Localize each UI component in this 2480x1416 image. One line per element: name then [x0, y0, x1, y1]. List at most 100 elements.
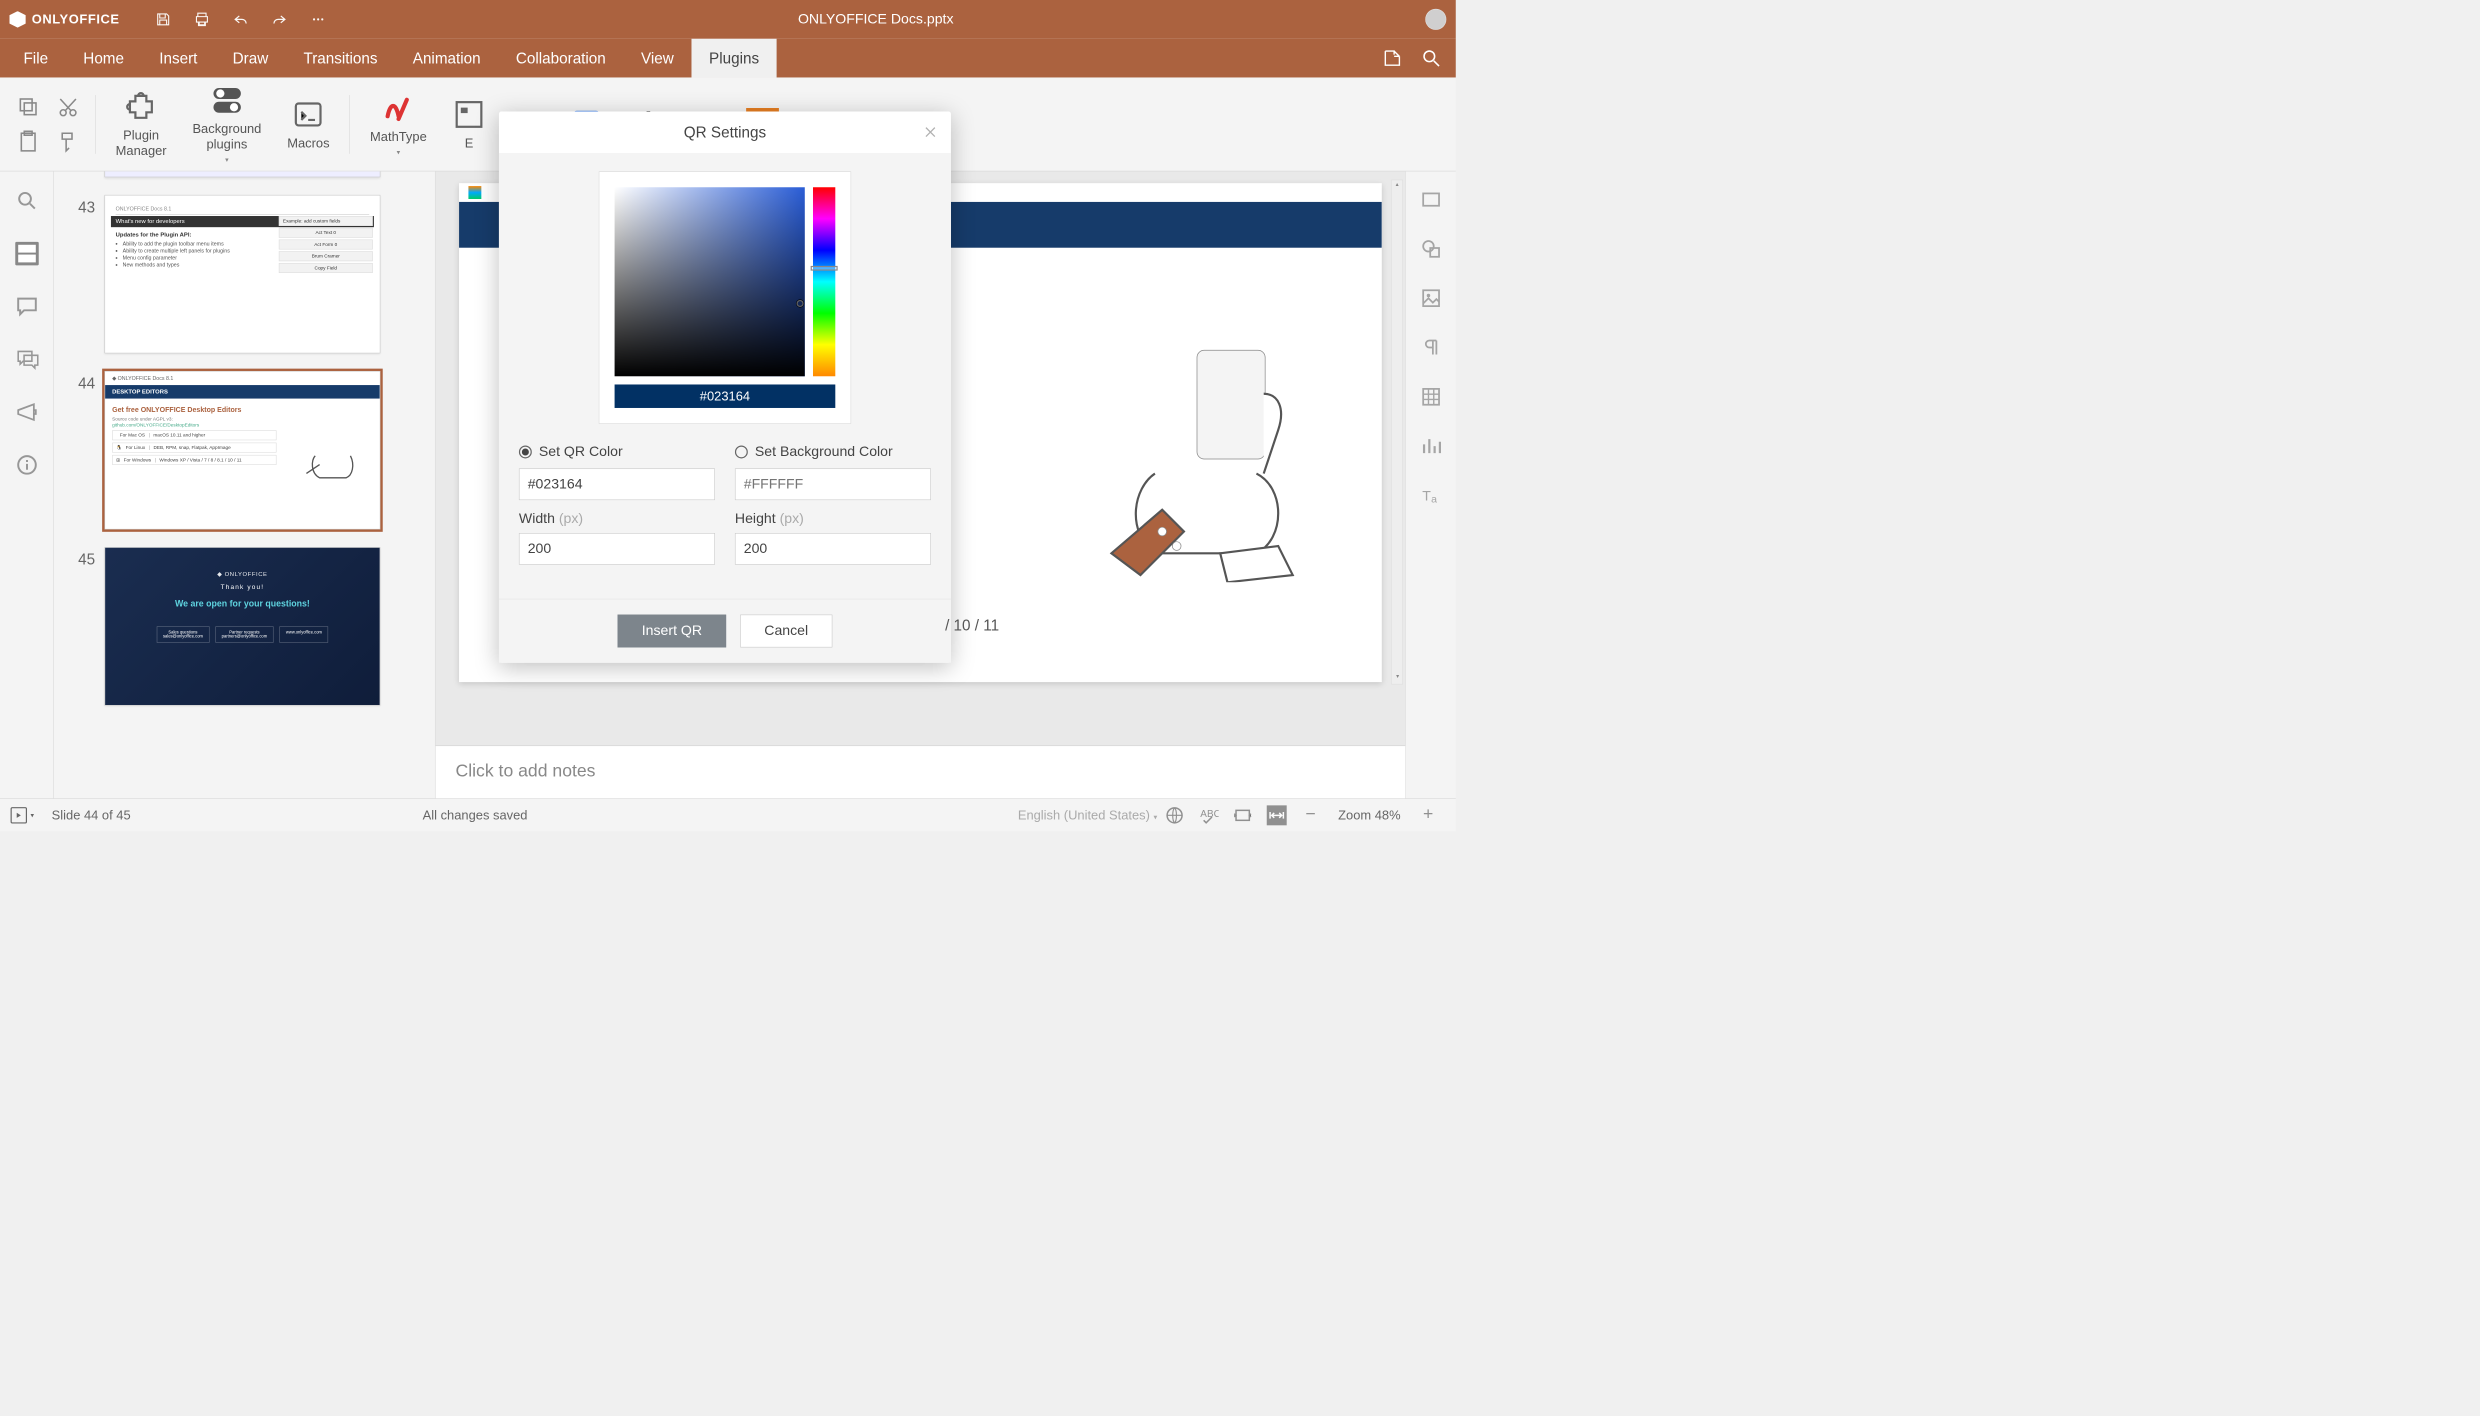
search-icon[interactable] — [1421, 48, 1442, 69]
hand-illustration — [1088, 336, 1323, 583]
width-input[interactable] — [519, 533, 715, 565]
zoom-out-icon[interactable]: − — [1301, 805, 1321, 825]
left-sidebar — [0, 171, 54, 798]
page-fraction: / 10 / 11 — [945, 616, 999, 634]
slides-panel-icon[interactable] — [15, 242, 38, 265]
tab-home[interactable]: Home — [66, 39, 142, 78]
mathtype-icon — [382, 92, 415, 125]
thumbnail-panel[interactable]: 43 ONLYOFFICE Docs 8.1 What's new for de… — [54, 171, 436, 798]
hue-slider[interactable] — [813, 187, 835, 376]
spellcheck-icon[interactable]: ABC — [1198, 805, 1218, 825]
radio-icon — [735, 446, 748, 459]
copy-icon[interactable] — [16, 95, 39, 118]
app-name: ONLYOFFICE — [32, 12, 120, 27]
chart-settings-icon[interactable] — [1420, 436, 1441, 457]
thumb-number: 43 — [66, 195, 95, 217]
puzzle-icon — [125, 91, 158, 124]
mathtype-button[interactable]: MathType ▾ — [357, 92, 440, 157]
slide-thumbnail[interactable] — [104, 171, 380, 177]
menubar: File Home Insert Draw Transitions Animat… — [0, 39, 1456, 78]
find-icon[interactable] — [15, 189, 38, 212]
cut-icon[interactable] — [56, 95, 79, 118]
macros-button[interactable]: Macros — [274, 98, 342, 150]
paragraph-settings-icon[interactable] — [1420, 337, 1441, 358]
radio-icon — [519, 446, 532, 459]
user-avatar[interactable] — [1425, 9, 1446, 30]
toggle-icon — [210, 84, 243, 117]
titlebar: ONLYOFFICE ONLYOFFICE Docs.pptx — [0, 0, 1456, 39]
shape-settings-icon[interactable] — [1420, 238, 1441, 259]
share-icon[interactable] — [1382, 48, 1403, 69]
print-icon[interactable] — [194, 11, 210, 27]
paste-icon[interactable] — [16, 130, 39, 153]
table-settings-icon[interactable] — [1420, 386, 1441, 407]
easy-button[interactable]: E — [440, 98, 499, 150]
radio-qr-color[interactable]: Set QR Color — [519, 444, 715, 460]
slide-settings-icon[interactable] — [1420, 189, 1441, 210]
quick-access-toolbar — [155, 11, 326, 27]
logo-icon — [9, 11, 25, 27]
slide-counter: Slide 44 of 45 — [52, 807, 131, 822]
text-art-icon[interactable]: Ta — [1420, 485, 1441, 506]
format-painter-icon[interactable] — [56, 130, 79, 153]
dialog-title: QR Settings — [684, 123, 766, 141]
app-logo: ONLYOFFICE — [9, 11, 119, 27]
height-input[interactable] — [735, 533, 931, 565]
fit-width-icon[interactable] — [1267, 805, 1287, 825]
fit-page-icon[interactable] — [1232, 805, 1252, 825]
feedback-icon[interactable] — [15, 400, 38, 423]
tab-animation[interactable]: Animation — [395, 39, 498, 78]
slide-thumbnail-43[interactable]: ONLYOFFICE Docs 8.1 What's new for devel… — [104, 195, 380, 353]
more-icon[interactable] — [310, 11, 326, 27]
svg-text:T: T — [1422, 488, 1431, 504]
color-picker: #023164 — [599, 171, 851, 423]
svg-text:ABC: ABC — [1200, 809, 1218, 820]
globe-icon[interactable] — [1164, 805, 1184, 825]
slideshow-button[interactable] — [11, 807, 27, 823]
zoom-in-icon[interactable]: + — [1418, 805, 1438, 825]
chat-icon[interactable] — [15, 348, 38, 371]
macros-icon — [292, 98, 325, 131]
plugin-manager-button[interactable]: Plugin Manager — [103, 91, 180, 158]
tab-transitions[interactable]: Transitions — [286, 39, 395, 78]
thumb-number: 45 — [66, 547, 95, 569]
right-sidebar: Ta — [1405, 171, 1455, 798]
language-selector[interactable]: English (United States) ▾ — [1018, 807, 1158, 822]
zoom-level[interactable]: Zoom 48% — [1338, 807, 1400, 822]
slideshow-dropdown[interactable]: ▾ — [31, 811, 35, 819]
tab-draw[interactable]: Draw — [215, 39, 286, 78]
bg-plugins-label: Background plugins — [192, 122, 261, 152]
slide-thumbnail-44[interactable]: ◆ ONLYOFFICE Docs 8.1 DESKTOP EDITORS Ge… — [104, 371, 380, 529]
easy-label: E — [465, 136, 474, 151]
statusbar: ▾ Slide 44 of 45 All changes saved Engli… — [0, 798, 1456, 831]
close-icon[interactable] — [923, 124, 938, 139]
redo-icon[interactable] — [271, 11, 287, 27]
tab-insert[interactable]: Insert — [142, 39, 215, 78]
background-plugins-button[interactable]: Background plugins ▾ — [180, 84, 275, 164]
comments-icon[interactable] — [15, 295, 38, 318]
tab-file[interactable]: File — [6, 39, 66, 78]
cancel-button[interactable]: Cancel — [740, 615, 832, 648]
easybib-icon — [453, 98, 486, 131]
slide-thumbnail-45[interactable]: ◆ ONLYOFFICE Thank you! We are open for … — [104, 547, 380, 705]
plugin-manager-label: Plugin Manager — [116, 128, 167, 158]
qr-color-input[interactable] — [519, 468, 715, 500]
undo-icon[interactable] — [232, 11, 248, 27]
bg-color-input[interactable] — [735, 468, 931, 500]
radio-bg-color[interactable]: Set Background Color — [735, 444, 931, 460]
vertical-scrollbar[interactable]: ▴ ▾ — [1391, 180, 1403, 685]
save-icon[interactable] — [155, 11, 171, 27]
image-settings-icon[interactable] — [1420, 288, 1441, 309]
about-icon[interactable] — [15, 453, 38, 476]
macros-label: Macros — [287, 136, 329, 151]
hex-preview: #023164 — [615, 384, 836, 407]
tab-plugins[interactable]: Plugins — [691, 39, 776, 78]
notes-placeholder[interactable]: Click to add notes — [436, 745, 1406, 798]
mathtype-label: MathType — [370, 129, 427, 144]
tab-view[interactable]: View — [623, 39, 691, 78]
dialog-header: QR Settings — [499, 112, 951, 154]
saturation-value-box[interactable] — [615, 187, 805, 376]
insert-qr-button[interactable]: Insert QR — [618, 615, 726, 648]
tab-collaboration[interactable]: Collaboration — [498, 39, 623, 78]
save-status: All changes saved — [423, 807, 528, 822]
